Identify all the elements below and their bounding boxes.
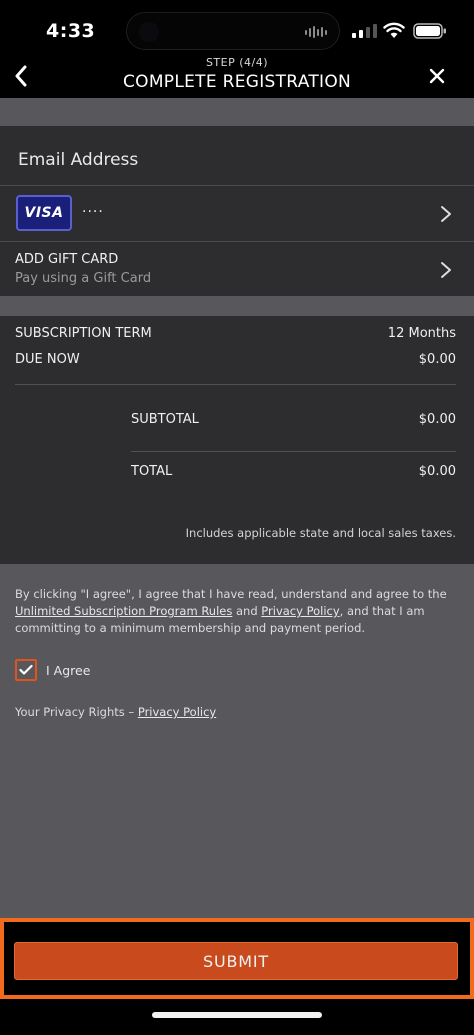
total-label: TOTAL <box>131 464 173 479</box>
registration-form: Email Address VISA ···· ADD GIFT CARD Pa… <box>0 98 474 918</box>
privacy-rights-policy-link[interactable]: Privacy Policy <box>138 705 216 719</box>
add-gift-card-row[interactable]: ADD GIFT CARD Pay using a Gift Card <box>0 242 474 296</box>
email-address-field[interactable]: Email Address <box>18 150 138 170</box>
payment-method-row[interactable]: VISA ···· <box>0 186 474 241</box>
privacy-rights-label: Your Privacy Rights – <box>15 705 138 719</box>
camera-icon <box>139 22 159 42</box>
status-time: 4:33 <box>46 20 96 42</box>
privacy-policy-link[interactable]: Privacy Policy <box>261 604 339 618</box>
gift-card-title: ADD GIFT CARD <box>15 252 119 267</box>
audio-wave-icon <box>305 26 327 38</box>
chevron-right-icon <box>441 262 451 278</box>
nav-header: STEP (4/4) COMPLETE REGISTRATION <box>0 56 474 98</box>
subscription-term-value: 12 Months <box>387 326 456 341</box>
dynamic-island <box>126 12 340 50</box>
close-icon <box>429 68 445 84</box>
payment-section: Email Address VISA ···· ADD GIFT CARD Pa… <box>0 126 474 296</box>
submit-button[interactable]: SUBMIT <box>14 942 458 980</box>
agree-checkbox[interactable] <box>15 659 37 681</box>
divider <box>131 451 456 452</box>
due-now-value: $0.00 <box>418 352 456 367</box>
total-value: $0.00 <box>418 464 456 479</box>
chevron-right-icon <box>441 206 451 222</box>
subtotal-label: SUBTOTAL <box>131 412 199 427</box>
signal-icon <box>352 24 377 38</box>
step-indicator: STEP (4/4) <box>205 56 269 69</box>
due-now-label: DUE NOW <box>15 352 80 367</box>
agree-checkbox-row[interactable]: I Agree <box>15 659 90 681</box>
terms-text-1: By clicking "I agree", I agree that I ha… <box>15 587 447 601</box>
agree-label: I Agree <box>46 662 91 678</box>
checkmark-icon <box>19 664 33 675</box>
visa-card-icon: VISA <box>16 195 72 231</box>
terms-and: and <box>236 604 258 618</box>
subtotal-value: $0.00 <box>418 412 456 427</box>
tax-note: Includes applicable state and local sale… <box>185 526 456 540</box>
privacy-rights: Your Privacy Rights – Privacy Policy <box>15 705 216 719</box>
program-rules-link[interactable]: Unlimited Subscription Program Rules <box>15 604 232 618</box>
status-bar: 4:33 <box>0 0 474 56</box>
battery-icon <box>413 23 446 39</box>
subscription-term-label: SUBSCRIPTION TERM <box>15 326 152 341</box>
footer: SUBMIT <box>0 918 474 1035</box>
gift-card-subtitle: Pay using a Gift Card <box>15 271 152 286</box>
divider <box>15 384 456 385</box>
terms-agreement-text: By clicking "I agree", I agree that I ha… <box>15 586 455 637</box>
page-title: COMPLETE REGISTRATION <box>122 72 352 92</box>
wifi-icon <box>383 22 405 38</box>
close-button[interactable] <box>422 60 452 92</box>
card-number-masked: ···· <box>82 204 104 220</box>
home-indicator <box>152 1012 322 1018</box>
